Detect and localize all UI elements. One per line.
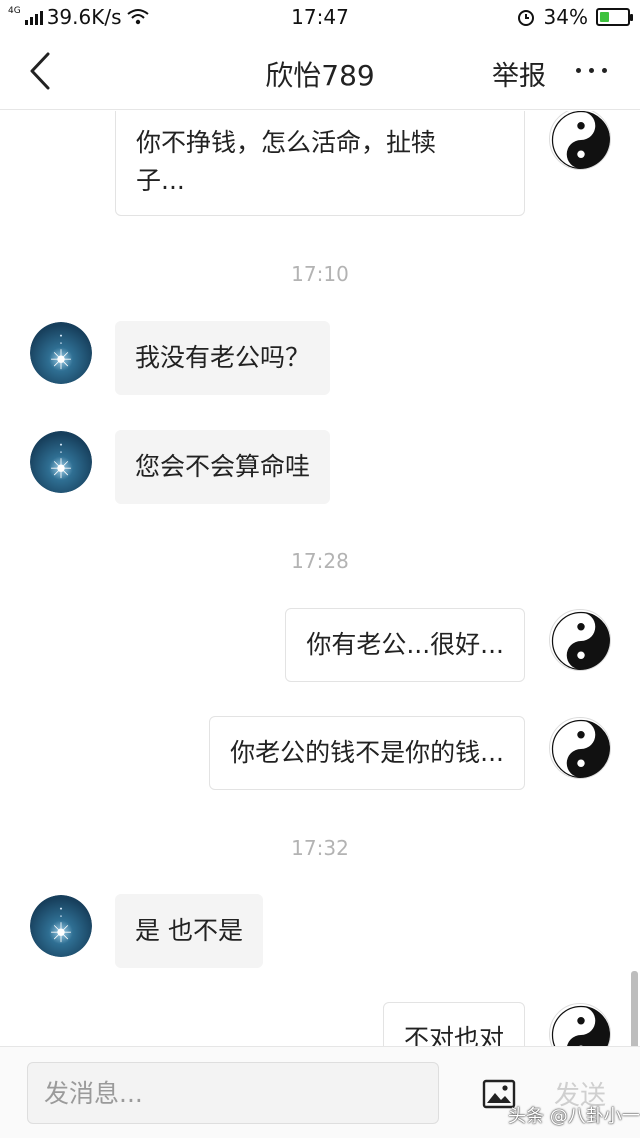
timestamp: 17:32 (291, 836, 349, 860)
message-text: 子... (136, 165, 185, 195)
status-bar: 4G 39.6K/s 17:47 34% (0, 0, 640, 34)
timestamp: 17:28 (291, 549, 349, 573)
message-text: 是 也不是 (135, 916, 243, 945)
yin-yang-avatar[interactable] (549, 1003, 611, 1046)
message-input[interactable] (27, 1062, 439, 1124)
status-right: 34% (516, 5, 633, 29)
yin-yang-avatar[interactable] (549, 111, 611, 170)
message-text: 我没有老公吗？ (135, 343, 311, 372)
message-bubble-incoming[interactable]: 您会不会算命哇 (115, 430, 331, 504)
watermark: 头条 @八卦小一 (508, 1106, 640, 1127)
yin-yang-avatar[interactable] (549, 609, 611, 671)
battery-percent: 34% (543, 5, 588, 29)
message-text: 你不挣钱，怎么活命，扯犊 (136, 127, 437, 157)
battery-level (600, 12, 609, 22)
message-bubble-incoming[interactable]: 是 也不是 (115, 894, 263, 968)
message-bubble-incoming[interactable]: 我没有老公吗？ (115, 321, 331, 395)
message-text: 你有老公...很好... (306, 630, 504, 659)
battery-charging-icon (596, 8, 633, 26)
alarm-icon (517, 10, 534, 26)
report-button[interactable]: 举报 (492, 54, 546, 93)
star-avatar[interactable] (30, 895, 92, 957)
message-list[interactable]: 你不挣钱，怎么活命，扯犊 子... 17:10 我没有老公吗？ 您会不会算命哇 … (0, 111, 640, 1046)
message-text: 您会不会算命哇 (135, 452, 311, 481)
message-bubble-outgoing[interactable]: 你不挣钱，怎么活命，扯犊 子... (115, 111, 525, 216)
yin-yang-avatar[interactable] (549, 717, 611, 779)
message-text: 你老公的钱不是你的钱... (230, 738, 504, 767)
chat-header: 欣怡789 举报 (0, 34, 640, 110)
star-avatar[interactable] (30, 431, 92, 493)
message-text: 不对也对 (403, 1024, 504, 1046)
message-bubble-outgoing[interactable]: 不对也对 (382, 1002, 525, 1046)
message-bubble-outgoing[interactable]: 你老公的钱不是你的钱... (209, 716, 525, 790)
timestamp: 17:10 (291, 262, 349, 286)
more-dots-icon[interactable] (576, 60, 616, 80)
star-avatar[interactable] (30, 322, 92, 384)
scrollbar[interactable] (631, 971, 638, 1046)
message-bubble-outgoing[interactable]: 你有老公...很好... (285, 608, 525, 682)
